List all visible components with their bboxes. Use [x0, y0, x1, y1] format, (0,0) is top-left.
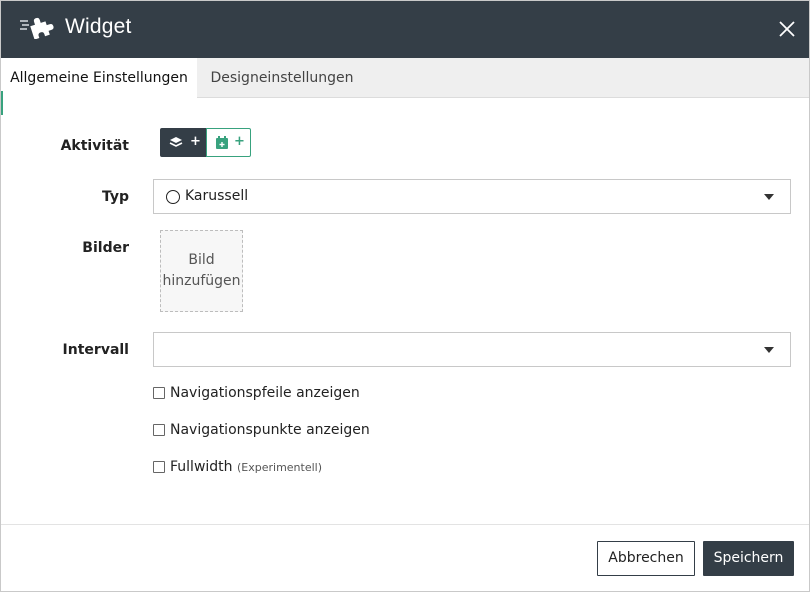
layers-icon	[169, 137, 183, 147]
fullwidth-checkbox[interactable]	[153, 461, 165, 473]
add-image-dropzone[interactable]: Bild hinzufügen	[160, 230, 243, 312]
add-calendar-activity-button[interactable]: +	[206, 128, 251, 157]
activity-label: Aktivität	[60, 138, 129, 154]
calendar-add-icon	[216, 136, 228, 149]
images-label: Bilder	[82, 240, 129, 256]
fullwidth-label: Fullwidth	[170, 459, 233, 475]
plus-label: +	[234, 134, 245, 149]
nav-dots-label: Navigationspunkte anzeigen	[170, 422, 370, 438]
widget-dialog: Widget Allgemeine Einstellungen Designei…	[0, 0, 810, 592]
experimental-note: (Experimentell)	[236, 461, 323, 474]
tab-bar: Allgemeine Einstellungen Designeinstellu…	[1, 58, 809, 98]
add-layer-activity-button[interactable]: +	[160, 128, 206, 157]
save-button[interactable]: Speichern	[703, 541, 794, 576]
accent-sliver	[1, 91, 3, 115]
fullwidth-label-wrap: Fullwidth (Experimentell)	[170, 459, 322, 475]
plus-label: +	[190, 134, 201, 149]
dropzone-text-line1: Bild	[188, 252, 215, 268]
interval-label: Intervall	[62, 342, 129, 358]
tab-design-settings[interactable]: Designeinstellungen	[197, 58, 367, 98]
close-icon[interactable]	[775, 17, 799, 41]
nav-arrows-label: Navigationspfeile anzeigen	[170, 385, 360, 401]
circle-icon	[166, 190, 180, 204]
chevron-down-icon	[764, 194, 774, 200]
nav-arrows-checkbox[interactable]	[153, 387, 165, 399]
type-select-value: Karussell	[185, 188, 249, 204]
nav-dots-checkbox[interactable]	[153, 424, 165, 436]
dialog-header: Widget	[1, 1, 809, 58]
cancel-button[interactable]: Abbrechen	[597, 541, 695, 576]
dialog-title: Widget	[65, 15, 132, 38]
interval-select[interactable]	[153, 332, 791, 367]
type-label: Typ	[101, 189, 129, 205]
activity-button-group: + +	[160, 128, 251, 157]
dropzone-text-line2: hinzufügen	[162, 273, 241, 289]
type-select[interactable]: Karussell	[153, 179, 791, 214]
footer-divider	[1, 524, 809, 525]
puzzle-rocket-icon	[20, 17, 54, 39]
tab-general-settings[interactable]: Allgemeine Einstellungen	[1, 58, 197, 98]
chevron-down-icon	[764, 347, 774, 353]
